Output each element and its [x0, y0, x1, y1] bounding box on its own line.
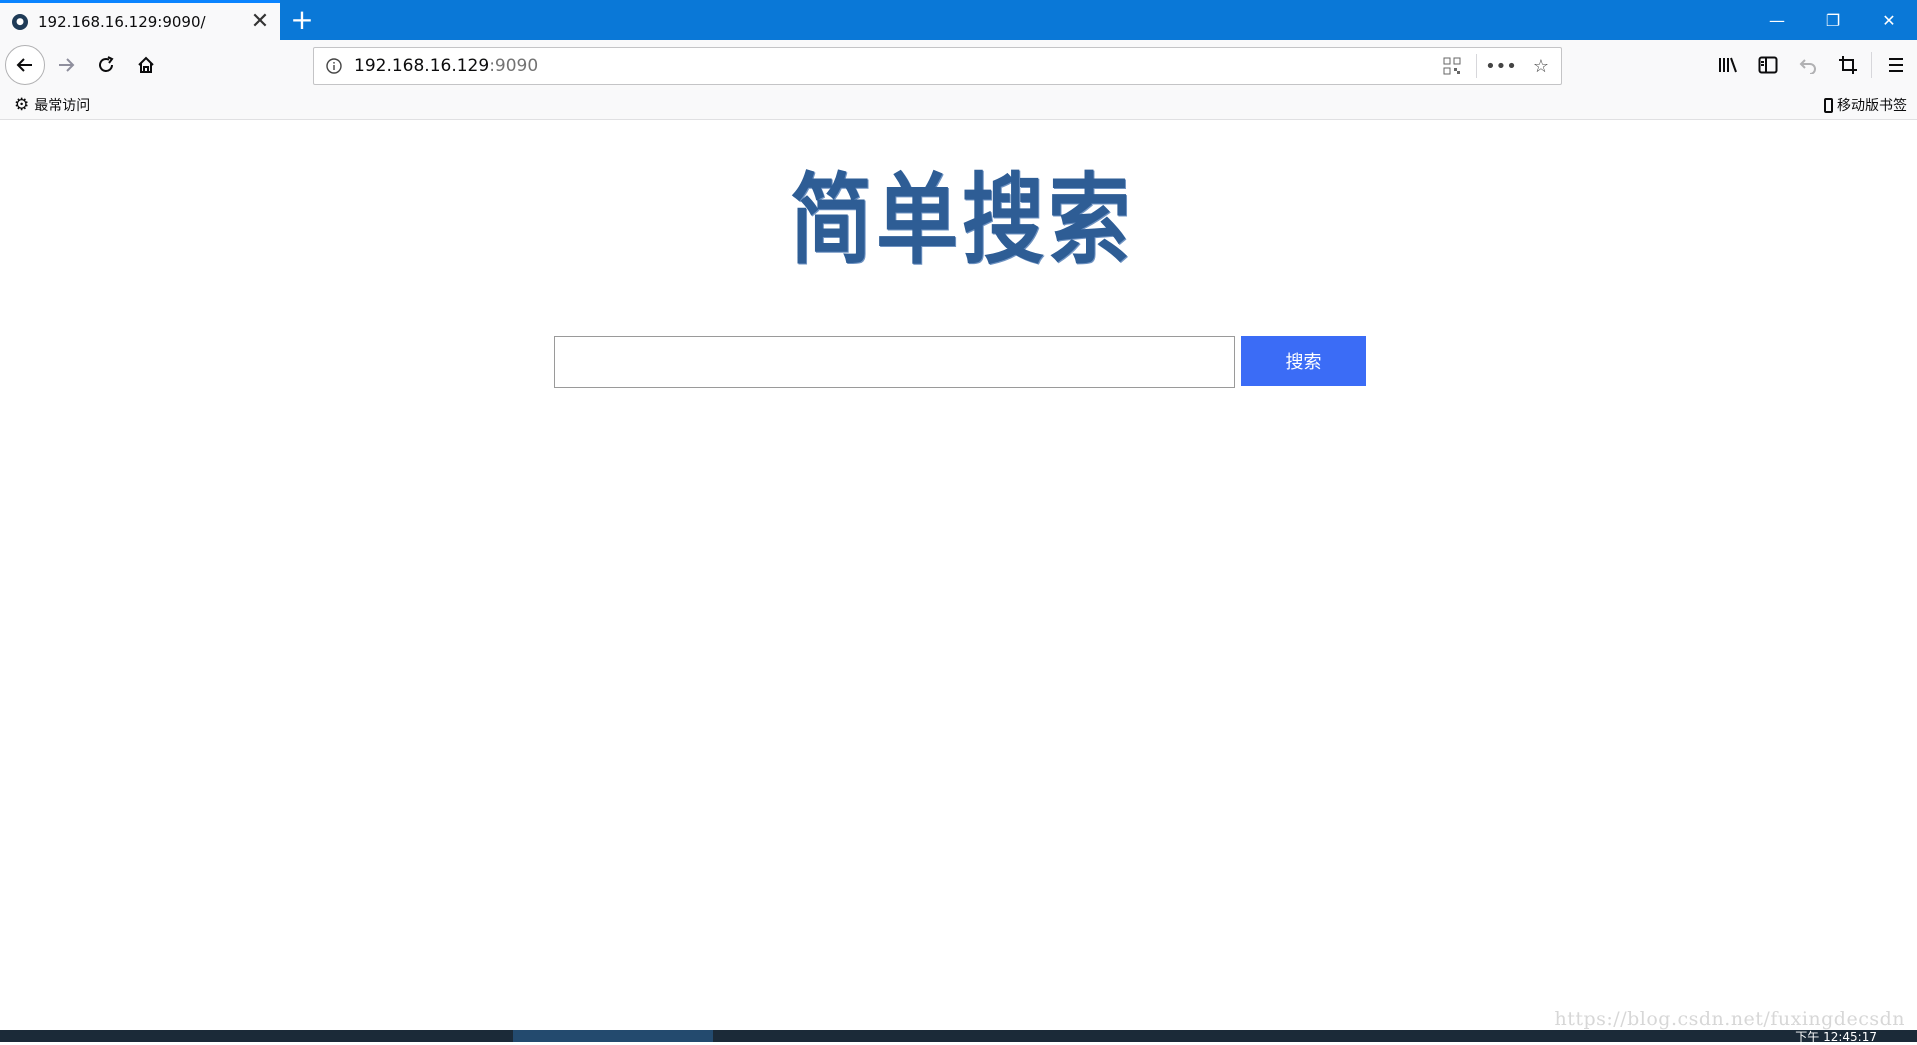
- close-window-button[interactable]: ✕: [1861, 0, 1917, 40]
- page-content: 简单搜索 搜索: [0, 120, 1917, 1030]
- gear-icon: ⚙: [14, 95, 30, 115]
- restore-button[interactable]: ❐: [1805, 0, 1861, 40]
- bookmark-label: 最常访问: [34, 98, 91, 114]
- screenshot-button[interactable]: [1828, 45, 1868, 85]
- sidebar-button[interactable]: [1748, 45, 1788, 85]
- close-tab-icon[interactable]: ✕: [246, 8, 274, 36]
- home-icon: [138, 56, 154, 73]
- bookmark-star-icon[interactable]: ☆: [1521, 48, 1561, 84]
- back-arrow-icon: [16, 58, 32, 72]
- crop-icon: [1839, 56, 1857, 74]
- browser-tab[interactable]: ● 192.168.16.129:9090/ ✕: [0, 0, 280, 40]
- forward-button[interactable]: [46, 45, 86, 85]
- home-button[interactable]: [126, 45, 166, 85]
- undo-icon: [1799, 59, 1816, 74]
- reload-icon: [99, 56, 114, 72]
- site-favicon-icon: ●: [12, 13, 28, 30]
- forward-arrow-icon: [59, 58, 75, 72]
- library-icon: [1719, 57, 1737, 73]
- search-input[interactable]: [554, 336, 1235, 388]
- undo-button[interactable]: [1788, 45, 1828, 85]
- hamburger-menu-icon: [1889, 58, 1903, 72]
- url-port: :9090: [489, 56, 539, 76]
- site-info-icon[interactable]: [314, 58, 354, 74]
- mobile-phone-icon: [1824, 97, 1833, 113]
- back-button[interactable]: [5, 45, 45, 85]
- most-visited-bookmark[interactable]: ⚙ 最常访问: [14, 95, 90, 115]
- site-logo: 简单搜索: [790, 140, 1130, 310]
- minimize-button[interactable]: —: [1749, 0, 1805, 40]
- qr-code-icon[interactable]: [1432, 48, 1472, 84]
- sidebar-icon: [1758, 56, 1778, 74]
- search-button[interactable]: 搜索: [1241, 336, 1366, 386]
- page-actions-menu-icon[interactable]: •••: [1481, 48, 1521, 84]
- library-button[interactable]: [1708, 45, 1748, 85]
- taskbar-active-app[interactable]: [513, 1030, 713, 1042]
- title-bar: ● 192.168.16.129:9090/ ✕ + — ❐ ✕: [0, 0, 1917, 40]
- taskbar: 下午 12:45:17: [0, 1030, 1917, 1044]
- mobile-bookmarks-label: 移动版书签: [1837, 98, 1907, 114]
- toolbar-separator: [1871, 52, 1872, 78]
- url-separator: [1476, 54, 1477, 78]
- menu-button[interactable]: [1876, 45, 1916, 85]
- navigation-toolbar: 192.168.16.129:9090 ••• ☆: [0, 40, 1917, 90]
- logo-text: 简单搜索: [790, 162, 1135, 278]
- new-tab-button[interactable]: +: [286, 4, 318, 36]
- watermark-text: https://blog.csdn.net/fuxingdecsdn: [1554, 1008, 1905, 1030]
- url-host: 192.168.16.129: [354, 56, 490, 76]
- bookmarks-toolbar: ⚙ 最常访问 移动版书签: [0, 90, 1917, 120]
- reload-button[interactable]: [86, 45, 126, 85]
- address-bar[interactable]: 192.168.16.129:9090 ••• ☆: [313, 47, 1562, 85]
- taskbar-clock: 下午 12:45:17: [1795, 1030, 1877, 1044]
- mobile-bookmarks[interactable]: 移动版书签: [1824, 95, 1907, 115]
- tab-title: 192.168.16.129:9090/: [38, 12, 206, 31]
